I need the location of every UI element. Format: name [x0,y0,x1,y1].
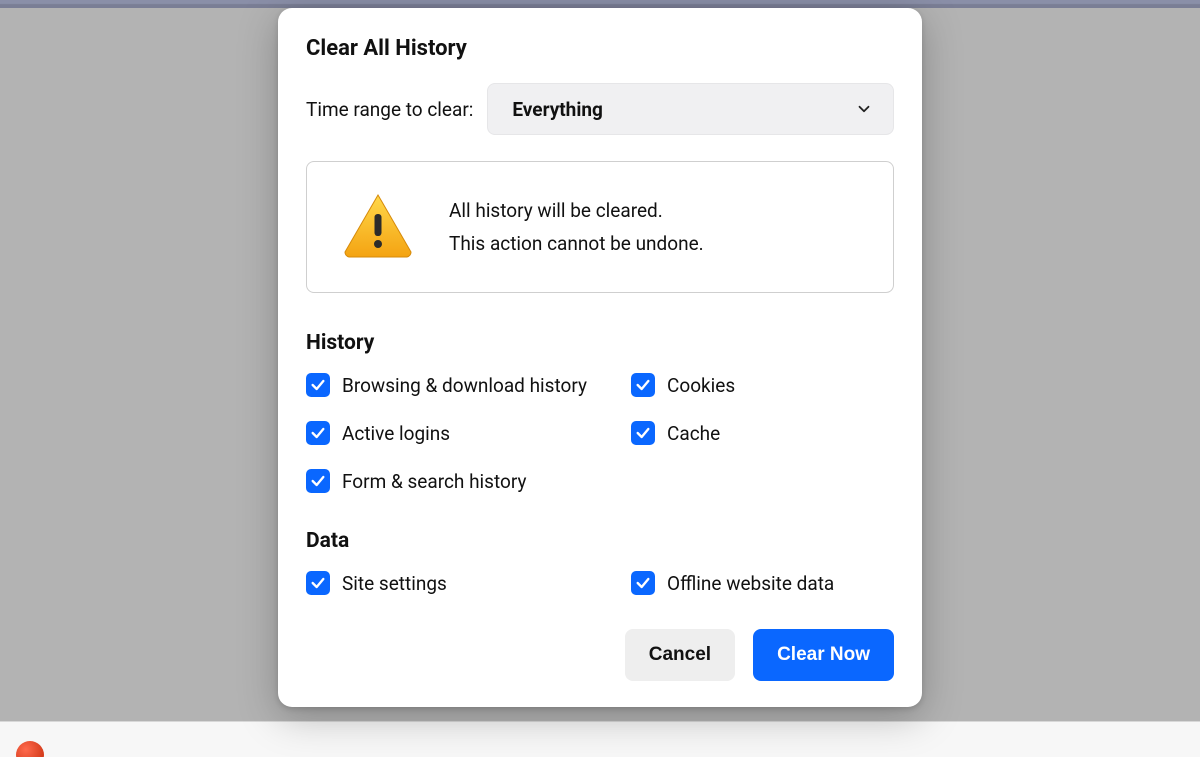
checkbox-site-settings[interactable] [306,571,330,595]
section-title-data: Data [306,529,894,553]
checkbox-row-offline-data: Offline website data [631,571,894,595]
checkbox-offline-data[interactable] [631,571,655,595]
checkbox-row-site-settings: Site settings [306,571,631,595]
time-range-row: Time range to clear: Everything [306,83,894,135]
checkbox-cookies[interactable] [631,373,655,397]
window-bottom-strip [0,721,1200,757]
checkbox-cache[interactable] [631,421,655,445]
warning-line-1: All history will be cleared. [449,199,704,222]
bottom-app-icon [16,741,44,757]
data-options-grid: Site settings Offline website data [306,571,894,595]
cancel-button[interactable]: Cancel [625,629,735,681]
warning-icon [341,192,415,262]
checkbox-label-offline-data[interactable]: Offline website data [667,572,834,595]
history-options-grid: Browsing & download history Cookies Acti… [306,373,894,493]
checkbox-label-active-logins[interactable]: Active logins [342,422,450,445]
clear-history-dialog: Clear All History Time range to clear: E… [278,8,922,707]
checkbox-row-cache: Cache [631,421,894,445]
warning-text: All history will be cleared. This action… [449,199,704,255]
checkbox-row-cookies: Cookies [631,373,894,397]
checkbox-active-logins[interactable] [306,421,330,445]
time-range-value: Everything [512,98,603,121]
warning-box: All history will be cleared. This action… [306,161,894,293]
section-title-history: History [306,331,894,355]
checkbox-form-search[interactable] [306,469,330,493]
time-range-label: Time range to clear: [306,98,473,121]
checkbox-label-browsing[interactable]: Browsing & download history [342,374,587,397]
checkbox-label-form-search[interactable]: Form & search history [342,470,526,493]
dialog-button-row: Cancel Clear Now [306,629,894,681]
window-top-bar [0,0,1200,8]
chevron-down-icon [855,100,873,118]
clear-now-button[interactable]: Clear Now [753,629,894,681]
checkbox-label-site-settings[interactable]: Site settings [342,572,447,595]
checkbox-row-form-search: Form & search history [306,469,631,493]
checkbox-browsing[interactable] [306,373,330,397]
warning-line-2: This action cannot be undone. [449,232,704,255]
checkbox-row-browsing: Browsing & download history [306,373,631,397]
dialog-title: Clear All History [306,36,894,61]
checkbox-label-cookies[interactable]: Cookies [667,374,735,397]
checkbox-row-active-logins: Active logins [306,421,631,445]
time-range-select[interactable]: Everything [487,83,894,135]
checkbox-label-cache[interactable]: Cache [667,422,720,445]
